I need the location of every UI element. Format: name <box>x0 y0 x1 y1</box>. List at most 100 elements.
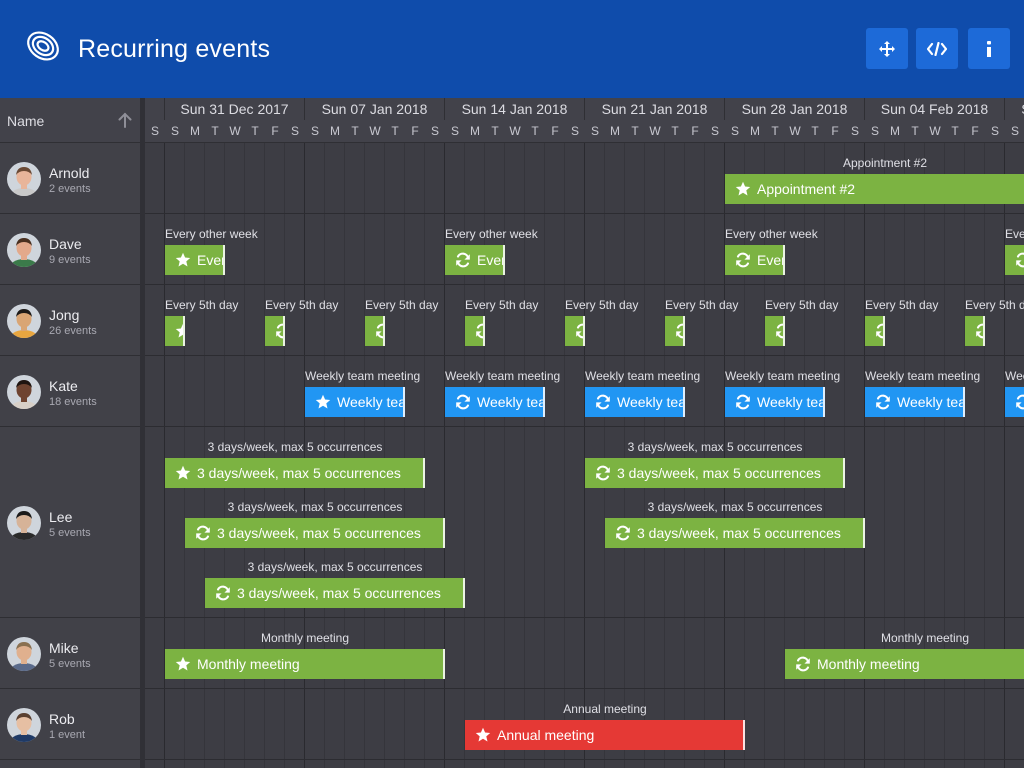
arrow-up-icon[interactable] <box>118 112 132 128</box>
event-label: Weekly team meeting <box>1005 369 1024 383</box>
day-label: F <box>551 124 559 138</box>
grid-line <box>604 143 605 768</box>
star-icon <box>175 465 191 480</box>
resource-name: Dave <box>49 235 82 252</box>
grid-line <box>644 143 645 768</box>
resource-column-header[interactable]: Name <box>0 98 140 143</box>
day-label: S <box>1010 124 1019 138</box>
week-label: Sun 14 Jan 2018 <box>461 101 568 117</box>
day-label: M <box>750 124 760 138</box>
event-bar[interactable]: Every 5th day <box>965 316 985 346</box>
event-bar[interactable]: Every 5th day <box>365 316 385 346</box>
day-label: T <box>391 124 399 138</box>
avatar <box>7 636 41 671</box>
event-bar[interactable]: Every 5th day <box>165 316 185 346</box>
day-label: F <box>411 124 419 138</box>
day-label: T <box>351 124 359 138</box>
event-bar[interactable]: 3 days/week, max 5 occurrences <box>185 518 445 548</box>
row-divider <box>145 688 1024 689</box>
event-label: Every 5th day <box>165 298 239 312</box>
event-bar[interactable]: Weekly team meeting <box>725 387 825 417</box>
event-label: Weekly team meeting <box>305 369 421 383</box>
event-bar[interactable]: Every 5th day <box>665 316 685 346</box>
event-label: Every other week <box>165 227 258 241</box>
event-bar[interactable]: Weekly team meeting <box>865 387 965 417</box>
repeat-icon <box>476 323 483 339</box>
repeat-icon <box>596 394 610 410</box>
avatar <box>7 707 41 742</box>
event-name: Weekly team meeting <box>617 394 683 410</box>
code-icon <box>927 41 947 56</box>
repeat-icon <box>676 323 683 339</box>
event-bar[interactable]: Monthly meeting <box>785 649 1024 679</box>
event-label: Appointment #2 <box>842 156 928 170</box>
event-bar[interactable]: Weekly team meeting <box>585 387 685 417</box>
info-button[interactable] <box>968 28 1010 69</box>
day-label: S <box>850 124 859 138</box>
event-bar[interactable]: Weekly team meeting <box>1005 387 1024 417</box>
resource-row[interactable]: Arnold 2 events <box>0 143 140 214</box>
event-bar[interactable]: Every other week <box>725 245 785 275</box>
day-label: S <box>710 124 719 138</box>
event-label: Weekly team meeting <box>445 369 561 383</box>
repeat-icon <box>576 323 583 339</box>
day-label: W <box>509 124 521 138</box>
move-icon <box>879 40 895 57</box>
event-bar[interactable]: Every 5th day <box>865 316 885 346</box>
move-button[interactable] <box>866 28 908 69</box>
day-label: M <box>610 124 620 138</box>
resource-row[interactable]: Jong 26 events <box>0 285 140 356</box>
event-name: Weekly team meeting <box>757 394 823 410</box>
avatar <box>7 232 41 267</box>
resource-row[interactable]: Lee 5 events <box>0 427 140 618</box>
event-bar[interactable]: Weekly team meeting <box>305 387 405 417</box>
day-label: T <box>531 124 539 138</box>
event-name: Appointment #2 <box>757 181 856 197</box>
resource-event-count: 5 events <box>49 657 91 670</box>
resource-row[interactable]: Dave 9 events <box>0 214 140 285</box>
event-label: Every 5th day <box>265 298 339 312</box>
week-label: Sun 21 Jan 2018 <box>601 101 708 117</box>
event-bar[interactable]: 3 days/week, max 5 occurrences <box>585 458 845 488</box>
event-bar[interactable]: Every 5th day <box>265 316 285 346</box>
schedule-grid[interactable]: Appointment #2 Appointment #2 Every other … <box>145 143 1024 768</box>
resource-row[interactable]: Kate 18 events <box>0 356 140 427</box>
event-name: Weekly team meeting <box>477 394 543 410</box>
day-label: T <box>631 124 639 138</box>
event-label: Every 5th day <box>565 298 639 312</box>
day-label: S <box>150 124 159 138</box>
event-bar[interactable]: 3 days/week, max 5 occurrences <box>605 518 865 548</box>
event-bar[interactable]: Appointment #2 <box>725 174 1024 204</box>
event-bar[interactable]: Every other week <box>1005 245 1024 275</box>
event-bar[interactable]: Every other week <box>165 245 225 275</box>
resource-event-count: 9 events <box>49 253 91 266</box>
event-bar[interactable]: 3 days/week, max 5 occurrences <box>205 578 465 608</box>
row-divider <box>145 355 1024 356</box>
repeat-icon <box>376 323 383 339</box>
resource-row[interactable]: Mike 5 events <box>0 618 140 689</box>
repeat-icon <box>456 252 470 268</box>
code-button[interactable] <box>916 28 958 69</box>
repeat-icon <box>196 525 210 541</box>
star-icon <box>315 394 331 409</box>
event-bar[interactable]: Annual meeting <box>465 720 745 750</box>
event-label: Weekly team meeting <box>865 369 981 383</box>
day-label: S <box>570 124 579 138</box>
event-name: Monthly meeting <box>817 656 920 672</box>
event-bar[interactable]: Every 5th day <box>465 316 485 346</box>
event-bar[interactable]: Weekly team meeting <box>445 387 545 417</box>
resource-name: Lee <box>49 508 73 525</box>
event-bar[interactable]: Every 5th day <box>565 316 585 346</box>
event-bar[interactable]: Every 5th day <box>765 316 785 346</box>
day-label: M <box>470 124 480 138</box>
event-bar[interactable]: 3 days/week, max 5 occurrences <box>165 458 425 488</box>
event-bar[interactable]: Monthly meeting <box>165 649 445 679</box>
resource-event-count: 18 events <box>49 395 97 408</box>
week-label: Sun 31 Dec 2017 <box>180 101 289 117</box>
repeat-icon <box>776 323 783 339</box>
resource-row[interactable]: Rob 1 event <box>0 689 140 760</box>
resource-name: Kate <box>49 377 78 394</box>
star-icon <box>735 181 751 196</box>
day-label: M <box>890 124 900 138</box>
event-bar[interactable]: Every other week <box>445 245 505 275</box>
